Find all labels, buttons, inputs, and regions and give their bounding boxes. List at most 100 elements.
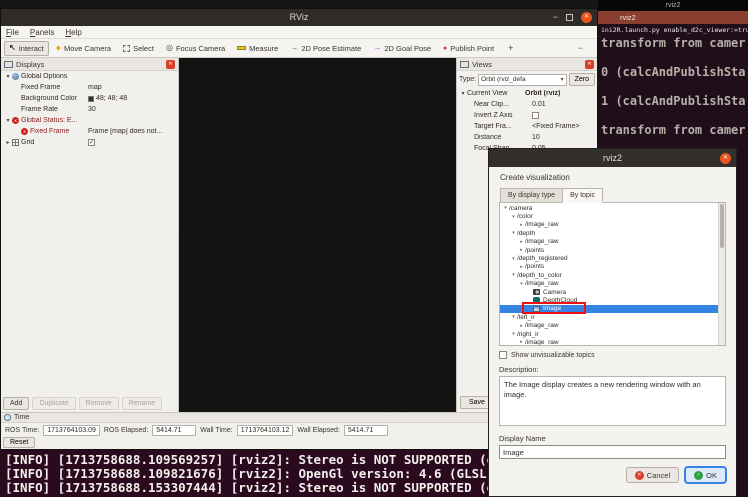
tree-expanded-icon[interactable]: ▾	[518, 281, 525, 287]
tree-expanded-icon[interactable]: ▾	[510, 214, 517, 220]
property-value[interactable]: 30	[88, 106, 178, 113]
ok-button[interactable]: ✓ OK	[685, 467, 726, 483]
tree-expanded-icon[interactable]: ▾	[4, 117, 12, 124]
displays-row[interactable]: ▾Global Options	[1, 71, 178, 82]
add-tool-button[interactable]: +	[501, 41, 520, 55]
topic-row[interactable]: ▾/color	[500, 212, 725, 220]
views-row[interactable]: Distance10	[457, 132, 597, 143]
views-row[interactable]: Near Clip...0.01	[457, 99, 597, 110]
displays-row[interactable]: ▸Grid✓	[1, 137, 178, 148]
topic-row[interactable]: ▾/image_raw	[500, 280, 725, 288]
dialog-titlebar[interactable]: rviz2 ✕	[489, 149, 736, 167]
menu-file[interactable]: File	[6, 28, 19, 37]
remove-tool-button[interactable]: −	[573, 40, 588, 56]
tab-by-display-type[interactable]: By display type	[500, 188, 562, 203]
maximize-icon[interactable]	[566, 14, 573, 21]
displays-row[interactable]: Frame Rate30	[1, 104, 178, 115]
topic-row[interactable]: ▸/image_raw	[500, 221, 725, 229]
dialog-close-icon[interactable]: ✕	[720, 153, 731, 164]
property-value[interactable]: 10	[532, 134, 597, 141]
property-value[interactable]: Frame [map] does not...	[88, 128, 178, 135]
displays-row[interactable]: ▾✕Global Status: E...	[1, 115, 178, 126]
views-row[interactable]: Target Fra...<Fixed Frame>	[457, 121, 597, 132]
tree-expanded-icon[interactable]: ▾	[510, 256, 517, 262]
tree-collapsed-icon[interactable]: ▸	[518, 339, 525, 345]
scrollbar-thumb[interactable]	[720, 204, 724, 248]
topic-row[interactable]: ▸/image_raw	[500, 338, 725, 346]
property-value[interactable]: 0.01	[532, 101, 597, 108]
tool-focus-camera[interactable]: ◎Focus Camera	[161, 41, 230, 56]
menu-panels[interactable]: Panels	[30, 28, 54, 37]
views-row[interactable]: ▾Current ViewOrbit (rviz)	[457, 88, 597, 99]
terminal-tab-bar[interactable]: rviz2	[598, 11, 748, 24]
zero-button[interactable]: Zero	[569, 73, 595, 86]
show-unvisualizable-row[interactable]: Show unvisualizable topics	[499, 351, 726, 359]
time-field-value[interactable]: 5414.71	[152, 425, 196, 436]
checkbox-unchecked[interactable]	[499, 351, 507, 359]
tree-collapsed-icon[interactable]: ▸	[518, 264, 525, 270]
topic-row[interactable]: Camera	[500, 288, 725, 296]
displays-close-icon[interactable]: ✕	[166, 60, 175, 69]
tool-publish-point[interactable]: ●Publish Point	[438, 41, 499, 56]
property-value[interactable]: 48; 48; 48	[88, 95, 178, 102]
tree-collapsed-icon[interactable]: ▸	[518, 239, 525, 245]
tool-2d-goal-pose[interactable]: →2D Goal Pose	[368, 41, 436, 56]
time-field-value[interactable]: 1713764103.12	[237, 425, 294, 436]
topic-row[interactable]: ▾/camera	[500, 204, 725, 212]
topic-row[interactable]: ▾/depth	[500, 229, 725, 237]
tool-measure[interactable]: Measure	[232, 41, 283, 56]
checkbox-checked[interactable]: ✓	[88, 139, 95, 146]
time-field-value[interactable]: 5414.71	[344, 425, 388, 436]
views-close-icon[interactable]: ✕	[585, 60, 594, 69]
close-icon[interactable]: ✕	[581, 12, 592, 23]
views-row[interactable]: Invert Z Axis	[457, 110, 597, 121]
scrollbar[interactable]	[718, 203, 725, 345]
tool-move-camera[interactable]: +Move Camera	[51, 41, 116, 56]
topic-row[interactable]: ▾/right_ir	[500, 330, 725, 338]
cancel-button[interactable]: ✕ Cancel	[626, 467, 679, 483]
display-name-input[interactable]: Image	[499, 445, 726, 459]
tree-expanded-icon[interactable]: ▾	[459, 90, 467, 97]
tree-expanded-icon[interactable]: ▾	[4, 73, 12, 80]
displays-row[interactable]: Background Color48; 48; 48	[1, 93, 178, 104]
tree-collapsed-icon[interactable]: ▸	[4, 139, 12, 146]
topic-row[interactable]: ▾/left_ir	[500, 313, 725, 321]
tree-expanded-icon[interactable]: ▾	[510, 230, 517, 236]
topic-row[interactable]: ▾/depth_to_color	[500, 271, 725, 279]
tool-select[interactable]: Select	[118, 41, 159, 56]
menu-help[interactable]: Help	[65, 28, 81, 37]
property-value[interactable]	[532, 112, 597, 119]
tree-expanded-icon[interactable]: ▾	[510, 331, 517, 337]
time-field-value[interactable]: 1713764103.09	[43, 425, 100, 436]
property-value[interactable]: <Fixed Frame>	[532, 123, 597, 130]
3d-viewport[interactable]	[179, 58, 456, 412]
displays-row[interactable]: ✕Fixed FrameFrame [map] does not...	[1, 126, 178, 137]
topic-row[interactable]: Image	[500, 305, 718, 313]
topic-row[interactable]: ▸/image_raw	[500, 321, 725, 329]
terminal-top-bar[interactable]: rviz2	[598, 0, 748, 11]
topic-row[interactable]: DepthCloud	[500, 296, 725, 304]
displays-row[interactable]: Fixed Framemap	[1, 82, 178, 93]
topic-row[interactable]: ▸/image_raw	[500, 238, 725, 246]
add-button[interactable]: Add	[3, 397, 29, 410]
minimize-icon[interactable]: −	[553, 13, 558, 22]
topic-row[interactable]: ▾/depth_registered	[500, 254, 725, 262]
tree-collapsed-icon[interactable]: ▸	[518, 247, 525, 253]
rviz-titlebar[interactable]: RViz − ✕	[1, 9, 597, 26]
tree-collapsed-icon[interactable]: ▸	[518, 222, 525, 228]
reset-button[interactable]: Reset	[3, 437, 35, 448]
property-value[interactable]: Orbit (rviz)	[525, 90, 597, 97]
tree-expanded-icon[interactable]: ▾	[510, 314, 517, 320]
tab-by-topic[interactable]: By topic	[562, 188, 603, 203]
tree-collapsed-icon[interactable]: ▸	[518, 323, 525, 329]
checkbox-unchecked[interactable]	[532, 112, 539, 119]
property-value[interactable]: ✓	[88, 139, 178, 146]
tool-interact[interactable]: ↖Interact	[4, 41, 49, 56]
tree-expanded-icon[interactable]: ▾	[510, 272, 517, 278]
view-type-dropdown[interactable]: Orbit (rviz_defa ▾	[478, 74, 566, 86]
tool-2d-pose-estimate[interactable]: →2D Pose Estimate	[285, 41, 366, 56]
topic-row[interactable]: ▸/points	[500, 263, 725, 271]
tree-expanded-icon[interactable]: ▾	[502, 205, 509, 211]
property-value[interactable]: map	[88, 84, 178, 91]
topic-row[interactable]: ▸/points	[500, 246, 725, 254]
